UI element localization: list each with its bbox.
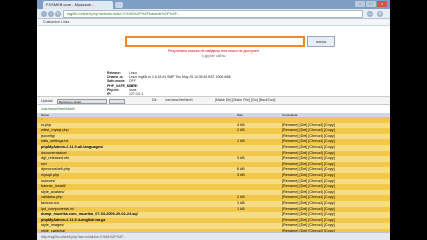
minimize-icon[interactable]: – bbox=[355, 1, 365, 7]
new-tab-button[interactable] bbox=[115, 2, 123, 8]
maximize-icon[interactable]: □ bbox=[366, 1, 376, 7]
search-button[interactable]: поиск bbox=[307, 36, 335, 47]
upload-submit-button[interactable] bbox=[109, 99, 125, 104]
browser-tab[interactable]: FXSMKB.com - Мужское... bbox=[43, 1, 113, 9]
page-menu-icon[interactable]: ▭ bbox=[367, 11, 373, 17]
search-input[interactable] bbox=[125, 36, 305, 47]
reload-icon[interactable]: ↻ bbox=[55, 11, 61, 17]
bookmarks-bar: Customize Links bbox=[37, 19, 390, 26]
address-bar[interactable]: rsgi0k.ro/shell.php?actions=ls&f=C%3A%2F… bbox=[63, 10, 363, 18]
control-row: Upload: Выберите файл Dir: /var/www/html… bbox=[37, 96, 390, 105]
file-choose-button[interactable]: Выберите файл bbox=[57, 99, 107, 104]
dir-label: Dir: bbox=[152, 98, 158, 102]
browser-toolbar: ‹ › ↻ rsgi0k.ro/shell.php?actions=ls&f=C… bbox=[37, 9, 390, 19]
dir-actions[interactable]: [Make Dir] [Make File] [Go] [BackTool] bbox=[215, 98, 275, 102]
dir-path: /var/www/html/shell bbox=[165, 98, 193, 102]
browser-window: FXSMKB.com - Мужское... – □ × ‹ › ↻ rsgi… bbox=[37, 0, 390, 240]
search-note: и другие сайты bbox=[201, 54, 226, 58]
forward-icon[interactable]: › bbox=[48, 11, 54, 17]
search-warning: Результаты поиска не найдены или поиск н… bbox=[168, 49, 259, 53]
current-directory: /var/www/html/shell/ bbox=[41, 107, 75, 111]
title-bar: FXSMKB.com - Мужское... – □ × bbox=[37, 0, 390, 9]
table-body: .. sl.php 4 kB [Rename] [Del] [Chmod] [Copy… bbox=[37, 117, 390, 240]
page-content: поиск Результаты поиска не найдены или п… bbox=[37, 27, 390, 240]
wrench-icon[interactable]: ⚙ bbox=[377, 11, 383, 17]
close-icon[interactable]: × bbox=[377, 1, 387, 7]
bookmark-link[interactable]: Customize Links bbox=[43, 20, 69, 24]
file-table: Name Size Commands .. sl.php 4 kB [Rename] … bbox=[37, 113, 390, 240]
back-icon[interactable]: ‹ bbox=[41, 11, 47, 17]
status-bar: http://rsgi0k.ro/shell.php?act=mkdir&d=C… bbox=[37, 232, 390, 240]
upload-label: Upload: bbox=[41, 99, 54, 103]
